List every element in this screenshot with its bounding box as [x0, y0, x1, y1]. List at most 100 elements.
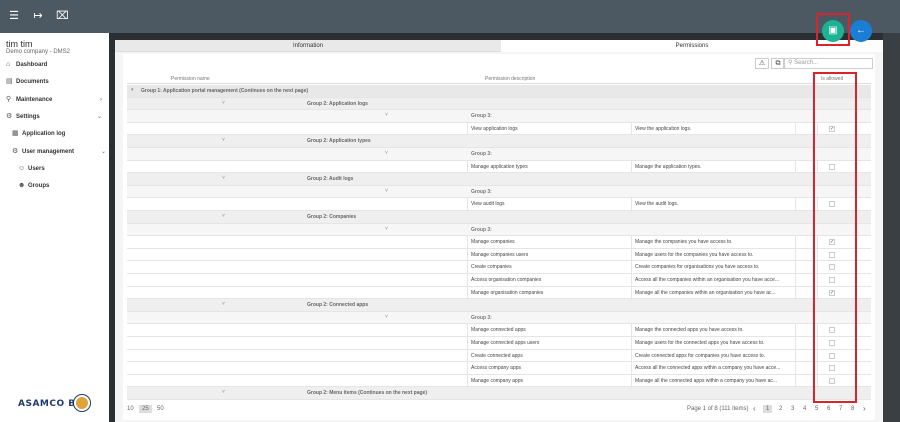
- cell-divider: [631, 274, 632, 286]
- group-label: Group 3:: [471, 151, 492, 157]
- top-bar: ☰ ↦ ⌧: [0, 0, 900, 33]
- page-5[interactable]: 5: [815, 406, 818, 412]
- caret-down-icon[interactable]: ˅: [385, 188, 388, 194]
- nav-application-log[interactable]: ▦ Application log: [12, 128, 112, 140]
- chevron-down-icon: ⌄: [96, 114, 102, 120]
- page-3[interactable]: 3: [791, 406, 794, 412]
- search-input[interactable]: ⚲ Search...: [783, 58, 873, 69]
- cell-divider: [467, 362, 468, 375]
- group-row[interactable]: ˅ Group 3:: [127, 311, 871, 325]
- pager-info: Page 1 of 8 (111 items): [687, 406, 749, 412]
- caret-down-icon[interactable]: ˅: [222, 175, 225, 181]
- column-permission-description[interactable]: Permission description: [485, 76, 535, 82]
- table-row: Access organisation companies Access all …: [127, 274, 871, 287]
- warning-icon[interactable]: ⚠: [755, 58, 769, 69]
- cell-divider: [795, 349, 796, 362]
- chevron-right-icon[interactable]: ›: [863, 404, 866, 413]
- caret-down-icon[interactable]: ˅: [222, 100, 225, 106]
- menu-icon[interactable]: ☰: [8, 9, 20, 23]
- permission-description: Access all the companies within an organ…: [635, 277, 779, 283]
- cell-divider: [631, 324, 632, 337]
- group-row[interactable]: ˅ Group 3:: [127, 148, 871, 161]
- page-size-10[interactable]: 10: [127, 406, 134, 412]
- cell-divider: [795, 261, 796, 274]
- nav-maintenance[interactable]: ⚲ Maintenance ›: [6, 94, 106, 106]
- group-row[interactable]: ˅ Group 3:: [127, 185, 871, 199]
- caret-down-icon[interactable]: ˅: [385, 150, 388, 156]
- page-size-25[interactable]: 25: [139, 405, 152, 413]
- nav-users[interactable]: ☺ Users: [18, 163, 106, 175]
- cell-divider: [467, 122, 468, 135]
- cell-divider: [467, 198, 468, 211]
- cell-divider: [631, 160, 632, 173]
- chevron-down-icon: ⌄: [100, 149, 106, 155]
- group-row[interactable]: ˅ Group 2: Companies: [127, 211, 871, 224]
- is-allowed-column-highlight: [813, 72, 857, 403]
- group-row[interactable]: ▾ Group 1: Application portal management …: [127, 85, 871, 98]
- column-permission-name[interactable]: Permission name: [171, 76, 210, 82]
- user-icon: ☺: [18, 165, 26, 172]
- permission-name: Manage organisation companies: [471, 289, 544, 296]
- table-row: Access company apps Access all the connec…: [127, 362, 871, 375]
- search-icon: ⚲: [788, 60, 793, 66]
- caret-down-icon[interactable]: ˅: [222, 389, 225, 395]
- chevron-left-icon[interactable]: ‹: [753, 404, 756, 413]
- caret-down-icon[interactable]: ˅: [222, 301, 225, 307]
- cell-divider: [795, 198, 796, 211]
- caret-down-icon[interactable]: ˅: [385, 112, 388, 118]
- background-image: [883, 33, 900, 422]
- caret-down-icon[interactable]: ˅: [222, 137, 225, 143]
- cell-divider: [795, 286, 796, 299]
- table-row: Manage connected apps Manage the connecte…: [127, 324, 871, 337]
- cell-divider: [467, 286, 468, 299]
- cell-divider: [467, 160, 468, 173]
- caret-down-icon[interactable]: ˅: [385, 226, 388, 232]
- page-7[interactable]: 7: [839, 406, 842, 412]
- group-label: Group 1: Application portal management (…: [141, 88, 309, 94]
- caret-down-icon[interactable]: ˅: [385, 314, 388, 320]
- caret-down-icon[interactable]: ˅: [222, 213, 225, 219]
- arrow-left-icon: ←: [856, 25, 866, 36]
- cell-divider: [631, 337, 632, 349]
- group-row[interactable]: ˅ Group 2: Application types: [127, 135, 871, 148]
- nav-documents[interactable]: ▤ Documents: [6, 76, 106, 88]
- page-1[interactable]: 1: [763, 405, 773, 413]
- cell-divider: [795, 122, 796, 135]
- group-row[interactable]: ˅ Group 2: Connected apps: [127, 299, 871, 312]
- cell-divider: [467, 374, 468, 387]
- group-row[interactable]: ˅ Group 2: Menu items (Continues on the n…: [127, 387, 871, 400]
- user-name: tim tim: [6, 39, 33, 49]
- nav-groups[interactable]: ☻ Groups: [18, 180, 106, 192]
- page-8[interactable]: 8: [851, 406, 854, 412]
- group-row[interactable]: ˅ Group 3:: [127, 223, 871, 237]
- cell-divider: [631, 122, 632, 135]
- tab-information[interactable]: Information: [115, 40, 501, 52]
- table-row: Manage organisation companies Manage all …: [127, 286, 871, 300]
- cell-divider: [631, 362, 632, 375]
- group-label: Group 3:: [471, 314, 492, 321]
- nav-settings[interactable]: ⚙ Settings ⌄: [6, 111, 106, 123]
- permission-description: Access all the connected apps within a c…: [635, 365, 781, 372]
- exit-icon[interactable]: ↦: [32, 9, 44, 23]
- gear-icon: ⚙: [6, 113, 13, 120]
- close-box-icon[interactable]: ⌧: [56, 9, 69, 23]
- chevron-right-icon: ›: [100, 97, 102, 103]
- nav-dashboard[interactable]: ⌂ Dashboard: [6, 59, 106, 71]
- group-row[interactable]: ˅ Group 2: Audit logs: [127, 173, 871, 186]
- cell-divider: [467, 274, 468, 286]
- permission-description: Create companies for organisations you h…: [635, 264, 760, 271]
- permission-name: Manage companies: [471, 239, 515, 246]
- tab-bar: Information Permissions: [115, 40, 883, 52]
- group-row[interactable]: ˅ Group 2: Application logs: [127, 97, 871, 111]
- permission-description: Manage users for the companies you have …: [635, 251, 754, 258]
- group-row[interactable]: ˅ Group 3:: [127, 110, 871, 123]
- page-4[interactable]: 4: [803, 406, 806, 412]
- cell-divider: [795, 324, 796, 337]
- caret-down-icon[interactable]: ▾: [131, 87, 134, 93]
- back-button[interactable]: ←: [850, 20, 872, 42]
- nav-user-management[interactable]: ⚙ User management ⌄: [12, 146, 106, 158]
- page-size-50[interactable]: 50: [157, 406, 164, 412]
- page-2[interactable]: 2: [779, 406, 782, 412]
- page-6[interactable]: 6: [827, 406, 830, 412]
- permission-name: Create companies: [471, 264, 512, 271]
